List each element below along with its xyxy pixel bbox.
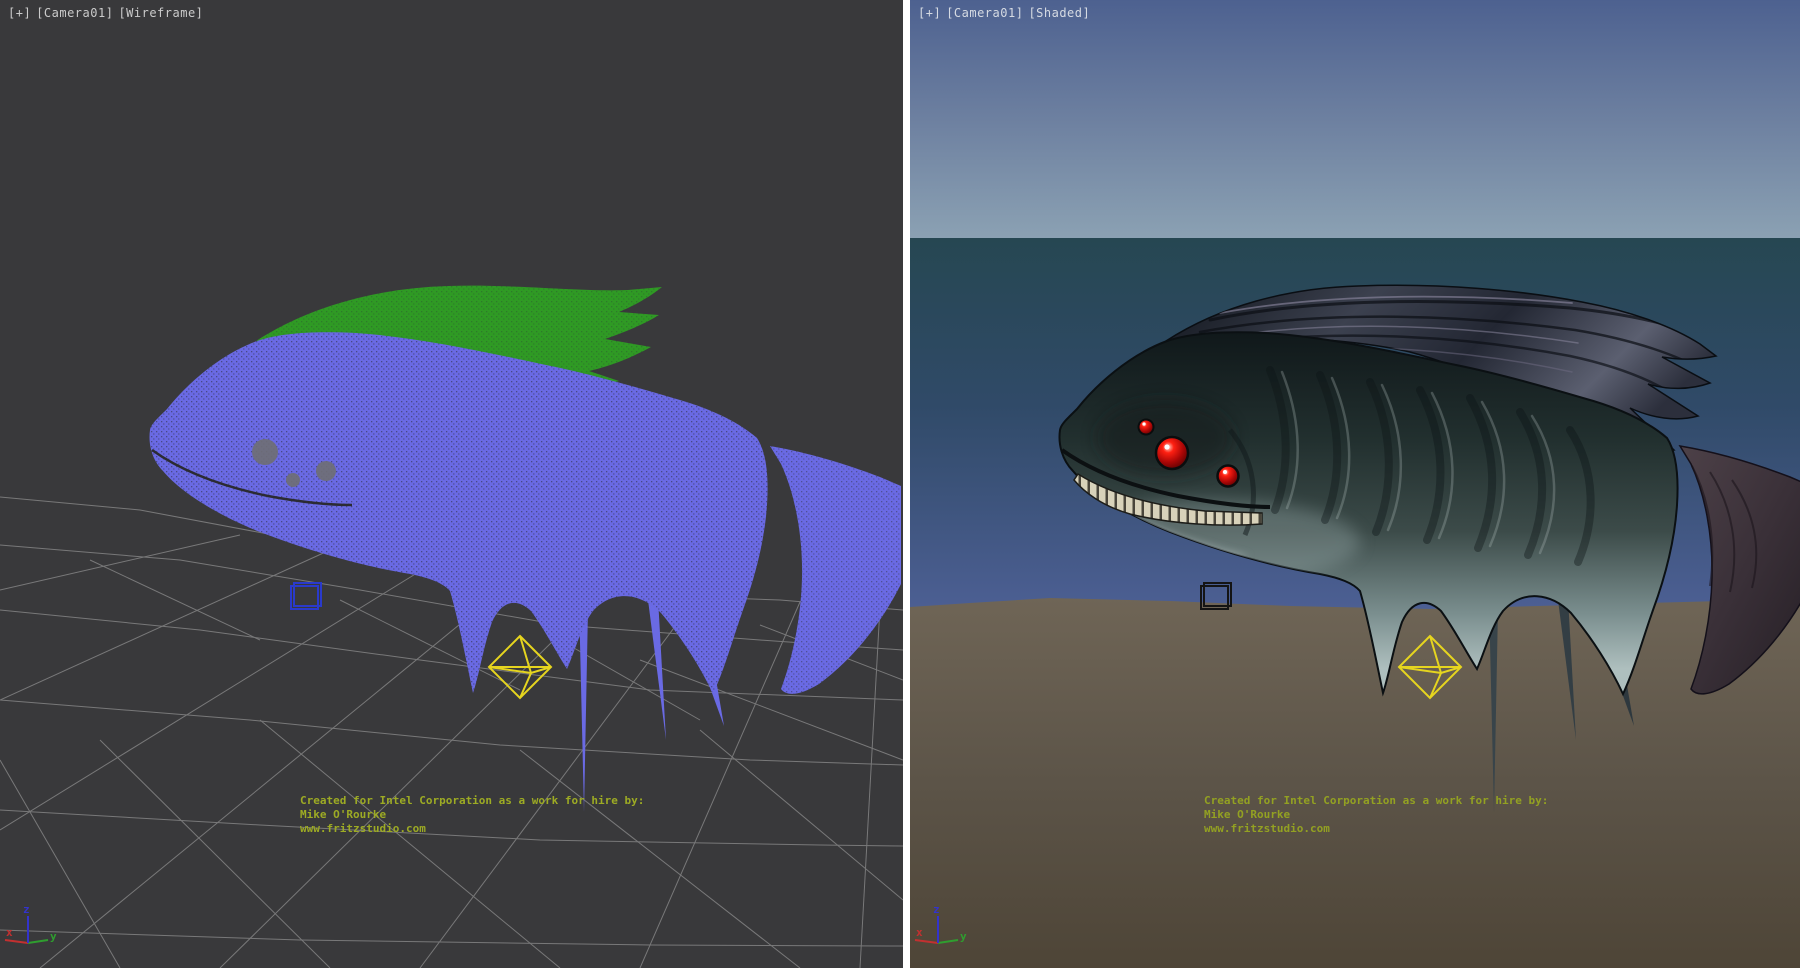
viewport-shaded[interactable]: [+] [Camera01] [Shaded] xyxy=(910,0,1800,968)
viewport-splitter[interactable] xyxy=(903,0,910,968)
credit-line-3: www.fritzstudio.com xyxy=(1204,822,1564,836)
credit-line-2: Mike O'Rourke xyxy=(300,808,660,822)
viewport-shading-menu-button[interactable]: [Wireframe] xyxy=(118,6,203,20)
credit-text-overlay: Created for Intel Corporation as a work … xyxy=(1204,794,1564,836)
credit-line-1: Created for Intel Corporation as a work … xyxy=(1204,794,1564,808)
axis-z-label: z xyxy=(933,903,940,916)
box-helper[interactable] xyxy=(291,583,321,609)
axis-x-label: x xyxy=(6,926,13,939)
window-bottom-border xyxy=(0,968,1800,978)
viewport-general-menu-button[interactable]: [+] xyxy=(8,6,31,20)
viewport-shading-menu-button[interactable]: [Shaded] xyxy=(1028,6,1090,20)
viewport-label: [+] [Camera01] [Wireframe] xyxy=(8,6,203,20)
viewport-camera-menu-button[interactable]: [Camera01] xyxy=(946,6,1023,20)
viewport-general-menu-button[interactable]: [+] xyxy=(918,6,941,20)
credit-line-2: Mike O'Rourke xyxy=(1204,808,1564,822)
credit-text-overlay: Created for Intel Corporation as a work … xyxy=(300,794,660,836)
credit-line-3: www.fritzstudio.com xyxy=(300,822,660,836)
credit-line-1: Created for Intel Corporation as a work … xyxy=(300,794,660,808)
application-window: [+] [Camera01] [Wireframe] xyxy=(0,0,1800,978)
fish-creature-wireframe[interactable] xyxy=(150,286,901,812)
viewport-wireframe[interactable]: [+] [Camera01] [Wireframe] xyxy=(0,0,903,968)
viewport-label: [+] [Camera01] [Shaded] xyxy=(918,6,1090,20)
axis-z-label: z xyxy=(23,903,30,916)
axis-tripod: x y z xyxy=(5,903,57,943)
axis-y-label: y xyxy=(960,930,967,943)
axis-y-label: y xyxy=(50,930,57,943)
sand-ground xyxy=(910,598,1800,968)
viewport-camera-menu-button[interactable]: [Camera01] xyxy=(36,6,113,20)
sky xyxy=(910,0,1800,238)
octahedron-bone-helper[interactable] xyxy=(489,636,551,698)
axis-x-label: x xyxy=(916,926,923,939)
